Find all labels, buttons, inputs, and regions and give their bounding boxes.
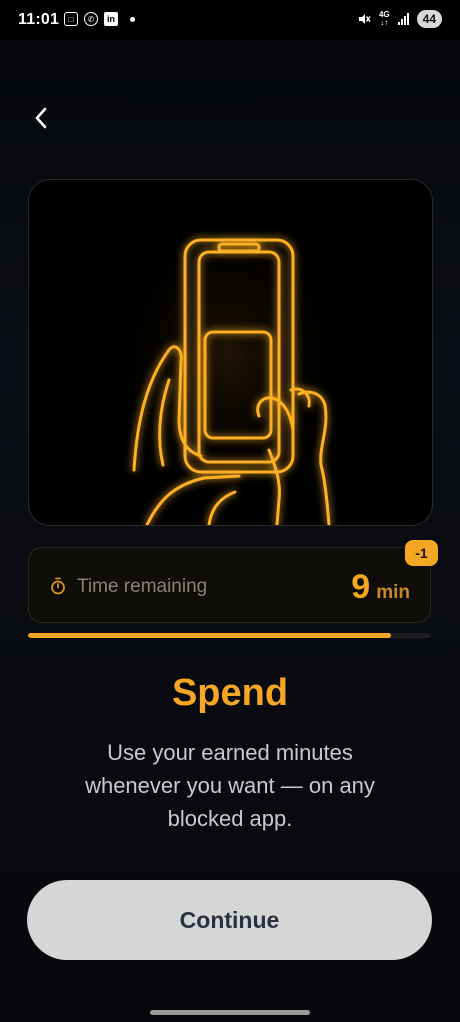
time-remaining-label: Time remaining xyxy=(77,576,208,597)
minutes-unit: min xyxy=(376,582,410,603)
neon-phone-hands-illustration xyxy=(99,205,359,525)
signal-icon xyxy=(397,13,409,25)
linkedin-icon: in xyxy=(104,12,118,26)
time-progress-bar xyxy=(28,633,431,638)
page-description: Use your earned minutes whenever you wan… xyxy=(85,740,375,831)
mute-icon xyxy=(358,14,371,24)
hero-illustration-card xyxy=(28,179,433,526)
time-progress-fill xyxy=(28,633,391,638)
minute-change-badge: -1 xyxy=(405,540,438,566)
page-title: Spend xyxy=(171,672,289,714)
time-remaining-value: 9 min xyxy=(351,568,410,607)
back-button[interactable] xyxy=(24,100,58,136)
more-notifications-dot-icon xyxy=(130,16,135,22)
network-type-label: 4G ↓↑ xyxy=(378,10,390,27)
battery-indicator: 44 xyxy=(416,10,442,28)
app-screen: 11:01 □ ✆ in 4G ↓↑ 44 Time remaining 9 m… xyxy=(0,0,460,1022)
chevron-left-icon xyxy=(35,107,47,129)
time-remaining-card: Time remaining 9 min xyxy=(28,547,431,623)
continue-button[interactable]: Continue xyxy=(27,880,432,960)
status-system-icons: 4G ↓↑ 44 xyxy=(357,10,442,28)
status-bar: 11:01 □ ✆ in 4G ↓↑ 44 xyxy=(0,0,460,40)
stopwatch-icon xyxy=(51,577,65,595)
screenshot-icon: □ xyxy=(64,12,78,26)
status-notification-icons: □ ✆ in xyxy=(64,12,135,26)
status-time: 11:01 xyxy=(18,11,60,28)
minutes-number: 9 xyxy=(351,568,371,606)
home-indicator[interactable] xyxy=(150,1010,310,1015)
whatsapp-icon: ✆ xyxy=(84,12,98,26)
